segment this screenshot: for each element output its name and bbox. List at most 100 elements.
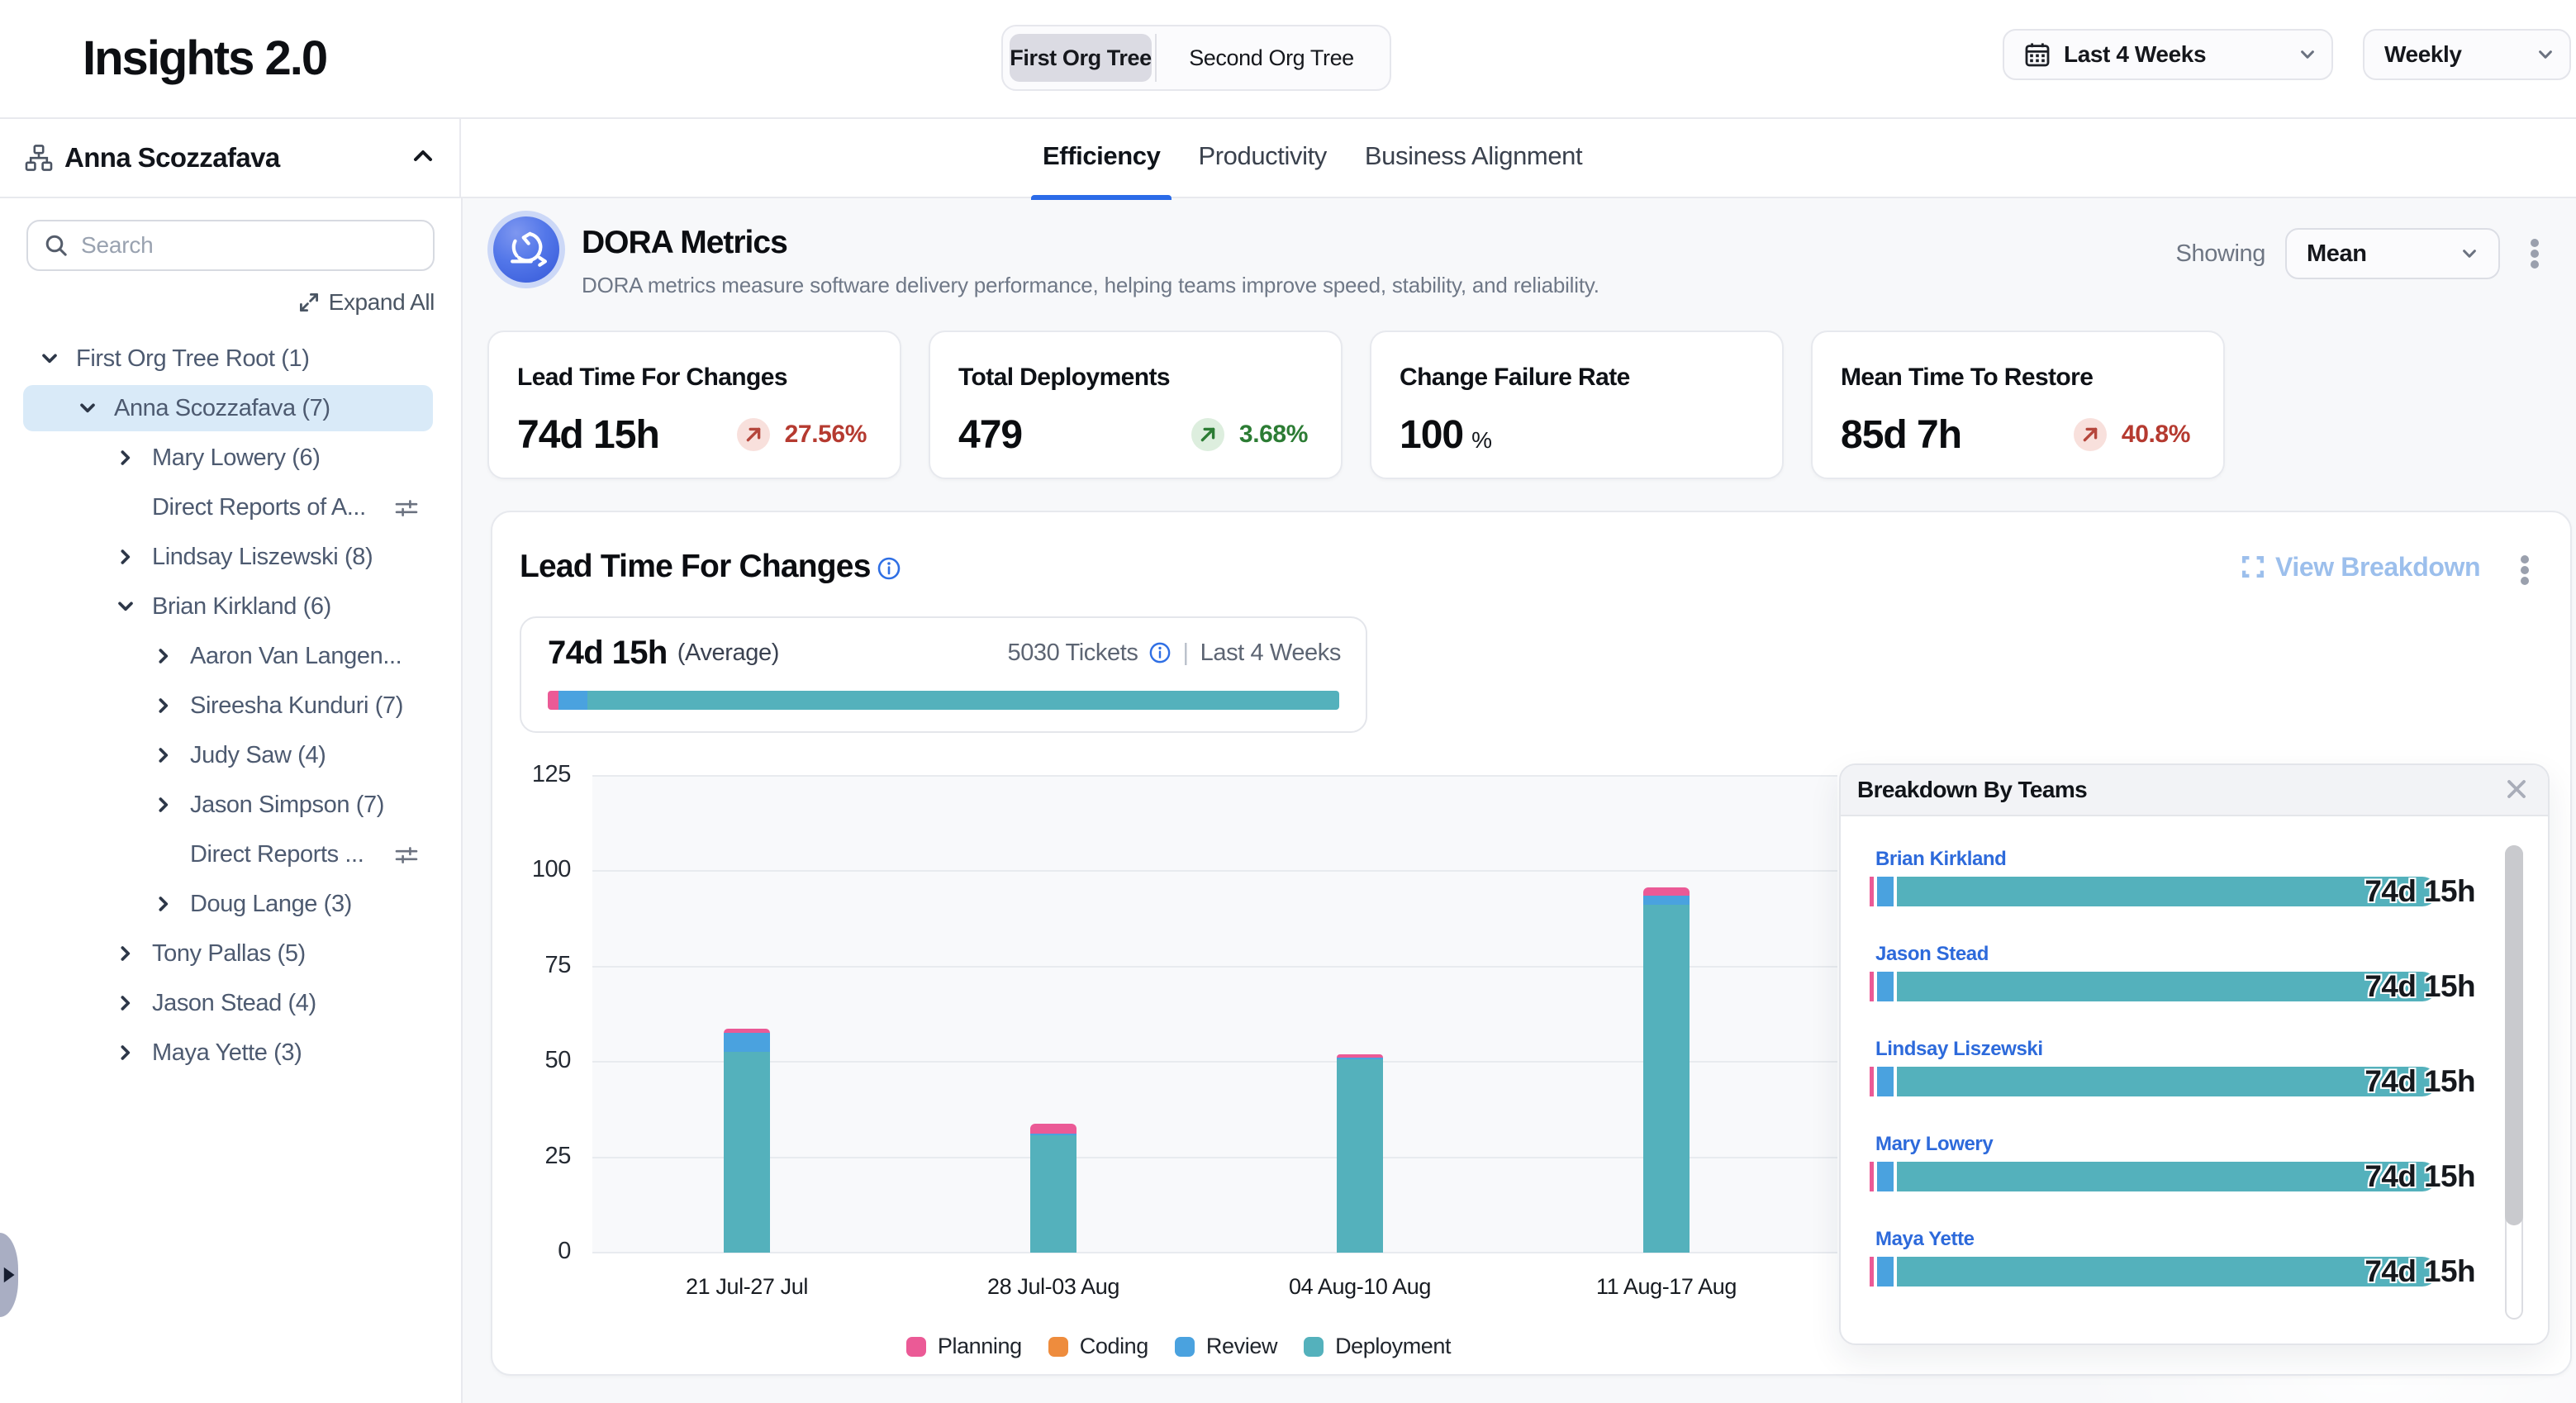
kebab-dot xyxy=(2531,239,2539,247)
team-link[interactable]: Mary Lowery xyxy=(1875,1133,1993,1156)
stacked-bar-1[interactable] xyxy=(724,1029,770,1253)
tree-item-label: Brian Kirkland (6) xyxy=(152,593,331,621)
tree-expand-toggle[interactable] xyxy=(112,445,139,471)
chevron-right-icon xyxy=(154,746,173,764)
team-link[interactable]: Maya Yette xyxy=(1875,1228,1975,1251)
tree-item-direct-reports[interactable]: Direct Reports ... xyxy=(0,830,461,879)
x-tick-label: 04 Aug-10 Aug xyxy=(1228,1274,1492,1300)
kebab-dot xyxy=(2521,577,2529,585)
close-button[interactable] xyxy=(2498,773,2535,810)
tree-item-judy-saw-4[interactable]: Judy Saw (4) xyxy=(0,730,461,780)
date-range-value: Last 4 Weeks xyxy=(2064,41,2206,68)
summary-bar-segment-planning xyxy=(548,691,558,710)
tree-item-jason-simpson-7[interactable]: Jason Simpson (7) xyxy=(0,780,461,830)
team-bar-deployment xyxy=(1897,877,2437,906)
tree-expand-toggle[interactable] xyxy=(150,692,177,719)
tree-item-anna-scozzafava-7[interactable]: Anna Scozzafava (7) xyxy=(0,383,461,433)
chart-menu-kebab[interactable] xyxy=(2510,549,2540,592)
legend-item-planning[interactable]: Planning xyxy=(906,1334,1022,1359)
team-bar-deployment xyxy=(1897,1162,2437,1191)
gridline xyxy=(592,775,1837,777)
date-range-select[interactable]: Last 4 Weeks xyxy=(2003,29,2333,80)
tree-item-doug-lange-3[interactable]: Doug Lange (3) xyxy=(0,879,461,929)
expand-all-icon xyxy=(299,292,319,312)
tree-item-sireesha-kunduri-7[interactable]: Sireesha Kunduri (7) xyxy=(0,681,461,730)
calendar-icon xyxy=(2024,41,2051,68)
metric-card-change-failure-rate: Change Failure Rate100% xyxy=(1370,331,1784,479)
metric-cards: Lead Time For Changes74d 15h27.56%Total … xyxy=(487,331,2225,479)
info-icon[interactable] xyxy=(1149,642,1171,663)
team-link[interactable]: Jason Stead xyxy=(1875,943,1989,966)
team-value: 74d 15h xyxy=(2365,877,2475,906)
bar-segment-review xyxy=(1643,896,1690,905)
metric-value: 85d 7h xyxy=(1841,412,1961,458)
metric-value: 74d 15h xyxy=(517,412,659,458)
tree-expand-toggle[interactable] xyxy=(150,742,177,768)
dora-menu-kebab[interactable] xyxy=(2520,232,2550,275)
filter-sliders-icon[interactable] xyxy=(395,496,418,526)
tree-collapse-toggle[interactable] xyxy=(74,395,101,421)
tree-expand-toggle[interactable] xyxy=(112,990,139,1016)
kebab-dot xyxy=(2531,250,2539,258)
tree-item-maya-yette-3[interactable]: Maya Yette (3) xyxy=(0,1028,461,1077)
tree-expand-toggle[interactable] xyxy=(112,1039,139,1066)
expand-all-button[interactable]: Expand All xyxy=(299,284,435,321)
tree-expand-toggle[interactable] xyxy=(150,643,177,669)
tree-expand-toggle[interactable] xyxy=(150,891,177,917)
panel-scrollbar-thumb[interactable] xyxy=(2505,845,2523,1225)
summary-average-label: (Average) xyxy=(677,640,779,667)
legend-item-coding[interactable]: Coding xyxy=(1048,1334,1148,1359)
tree-expand-toggle[interactable] xyxy=(112,940,139,967)
tree-item-label: First Org Tree Root (1) xyxy=(76,345,309,373)
trend-circle xyxy=(1191,418,1224,451)
tree-item-mary-lowery-6[interactable]: Mary Lowery (6) xyxy=(0,433,461,483)
bar-segment-deployment xyxy=(724,1052,770,1253)
metric-title: Lead Time For Changes xyxy=(517,364,787,392)
chevron-right-icon xyxy=(154,796,173,814)
toggle-second-org-tree[interactable]: Second Org Tree xyxy=(1160,34,1383,82)
filter-sliders-icon[interactable] xyxy=(395,843,418,873)
team-link[interactable]: Lindsay Liszewski xyxy=(1875,1038,2043,1061)
view-breakdown-button[interactable]: View Breakdown xyxy=(2242,552,2480,582)
tree-item-label: Anna Scozzafava (7) xyxy=(114,395,330,422)
stacked-bar-2[interactable] xyxy=(1030,1124,1077,1253)
tab-efficiency[interactable]: Efficiency xyxy=(1031,119,1172,198)
tab-business-alignment[interactable]: Business Alignment xyxy=(1353,119,1594,198)
tree-item-direct-reports-of-a[interactable]: Direct Reports of A... xyxy=(0,483,461,532)
x-tick-label: 21 Jul-27 Jul xyxy=(615,1274,879,1300)
dora-section-description: DORA metrics measure software delivery p… xyxy=(582,273,1599,298)
legend-item-deployment[interactable]: Deployment xyxy=(1304,1334,1451,1359)
tree-item-first-org-tree-root-1[interactable]: First Org Tree Root (1) xyxy=(0,334,461,383)
stacked-bar-3[interactable] xyxy=(1337,1054,1383,1253)
trend-badge: 3.68% xyxy=(1191,418,1308,451)
showing-select[interactable]: Mean xyxy=(2285,228,2500,279)
breakdown-team-row: Jason Stead74d 15h xyxy=(1841,942,2548,1020)
bar-segment-deployment xyxy=(1337,1059,1383,1253)
tree-item-brian-kirkland-6[interactable]: Brian Kirkland (6) xyxy=(0,582,461,631)
search-input[interactable] xyxy=(81,232,416,259)
tree-expand-toggle[interactable] xyxy=(150,792,177,818)
info-icon[interactable] xyxy=(877,557,901,580)
stacked-bar-4[interactable] xyxy=(1643,887,1690,1253)
trend-value: 3.68% xyxy=(1239,421,1308,449)
toggle-first-org-tree[interactable]: First Org Tree xyxy=(1010,34,1152,82)
chevron-up-icon xyxy=(411,145,435,168)
sidebar-collapse-chevron[interactable] xyxy=(406,142,440,175)
tree-item-tony-pallas-5[interactable]: Tony Pallas (5) xyxy=(0,929,461,978)
trend-value: 40.8% xyxy=(2122,421,2190,449)
top-header: Insights 2.0 First Org Tree Second Org T… xyxy=(0,0,2576,119)
team-link[interactable]: Brian Kirkland xyxy=(1875,848,2006,871)
legend-item-review[interactable]: Review xyxy=(1175,1334,1277,1359)
tree-item-label: Sireesha Kunduri (7) xyxy=(190,692,403,720)
tree-collapse-toggle[interactable] xyxy=(36,345,63,372)
tree-item-lindsay-liszewski-8[interactable]: Lindsay Liszewski (8) xyxy=(0,532,461,582)
tree-chevron-spacer xyxy=(150,841,177,868)
search-box xyxy=(26,220,435,271)
tab-productivity[interactable]: Productivity xyxy=(1186,119,1338,198)
tree-collapse-toggle[interactable] xyxy=(112,593,139,620)
tree-expand-toggle[interactable] xyxy=(112,544,139,570)
tree-item-aaron-van-langen[interactable]: Aaron Van Langen... xyxy=(0,631,461,681)
granularity-select[interactable]: Weekly xyxy=(2363,29,2571,80)
tree-item-label: Jason Stead (4) xyxy=(152,990,316,1017)
tree-item-jason-stead-4[interactable]: Jason Stead (4) xyxy=(0,978,461,1028)
